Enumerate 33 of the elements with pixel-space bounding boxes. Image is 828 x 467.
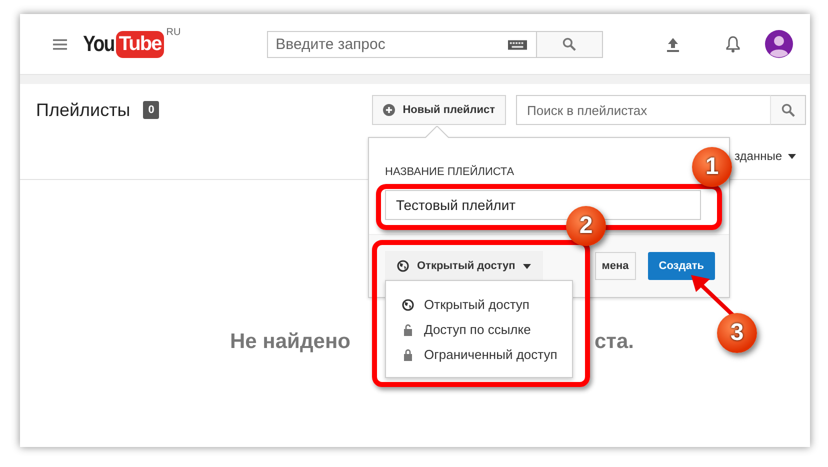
empty-message: ста. <box>594 330 634 354</box>
privacy-option[interactable]: Ограниченный доступ <box>386 342 572 367</box>
privacy-option[interactable]: Открытый доступ <box>386 292 572 317</box>
avatar-icon[interactable] <box>764 30 793 58</box>
region-label: RU <box>166 26 181 38</box>
playlist-search-field[interactable]: Поиск в плейлистах <box>516 95 770 125</box>
caret-icon <box>523 264 532 268</box>
search-button[interactable] <box>770 95 806 125</box>
cancel-button[interactable]: мена <box>594 252 636 280</box>
lock-icon <box>402 348 414 360</box>
bell-icon[interactable] <box>724 35 741 53</box>
privacy-dropdown[interactable]: Открытый доступ <box>385 251 544 281</box>
keyboard-icon[interactable] <box>508 40 527 50</box>
logo-box[interactable]: Tube <box>116 30 164 58</box>
caret-icon <box>788 154 796 158</box>
empty-message: Не найдено <box>230 330 350 354</box>
page-title: Плейлисты <box>36 100 130 120</box>
new-playlist-button[interactable]: Новый плейлист <box>372 95 506 125</box>
field-label: НАЗВАНИЕ ПЛЕЙЛИСТА <box>385 166 516 178</box>
search-button[interactable] <box>536 30 603 58</box>
globe-icon <box>402 298 414 310</box>
create-button[interactable]: Создать <box>648 252 715 280</box>
privacy-option[interactable]: Доступ по ссылке <box>386 317 572 342</box>
globe-icon <box>397 260 409 272</box>
search-field[interactable]: Введите запрос <box>266 30 537 58</box>
menu-icon[interactable] <box>53 38 67 50</box>
logo-text[interactable]: You <box>83 31 114 57</box>
search-icon <box>562 37 576 51</box>
search-icon <box>781 103 795 117</box>
count-badge: 0 <box>143 101 160 119</box>
open-lock-icon <box>402 324 414 336</box>
sort-dropdown[interactable]: зданные <box>734 149 796 163</box>
plus-icon <box>382 104 395 116</box>
